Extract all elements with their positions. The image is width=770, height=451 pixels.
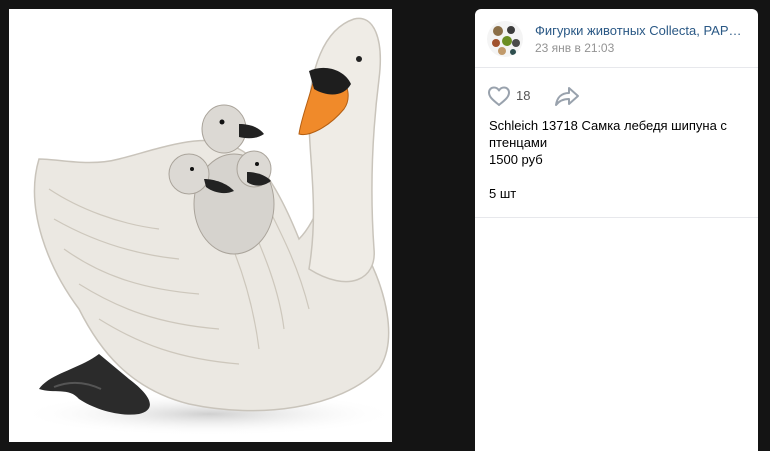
- post-actions: 18: [475, 81, 758, 111]
- post-text-line: 1500 руб: [489, 152, 543, 167]
- group-name-link[interactable]: Фигурки животных Collecta, PAPO, ...: [535, 23, 745, 38]
- post-text-line: Schleich 13718 Самка лебедя шипуна с: [489, 118, 727, 133]
- like-count: 18: [516, 88, 531, 103]
- post-info-panel: Фигурки животных Collecta, PAPO, ... 23 …: [475, 9, 758, 451]
- post-text-line: [489, 168, 744, 185]
- animal-collage-icon: [492, 26, 520, 55]
- swan-figurine-image: [19, 17, 392, 436]
- post-text: Schleich 13718 Самка лебедя шипуна с пте…: [489, 117, 744, 202]
- post-text-line: птенцами: [489, 135, 548, 150]
- post-timestamp[interactable]: 23 янв в 21:03: [535, 41, 614, 55]
- group-avatar[interactable]: [487, 21, 523, 57]
- heart-icon[interactable]: [487, 85, 511, 107]
- post-header: Фигурки животных Collecta, PAPO, ... 23 …: [475, 9, 758, 68]
- divider: [475, 217, 758, 218]
- share-arrow-icon[interactable]: [554, 85, 580, 107]
- post-text-line: 5 шт: [489, 186, 517, 201]
- post-photo[interactable]: [9, 9, 392, 442]
